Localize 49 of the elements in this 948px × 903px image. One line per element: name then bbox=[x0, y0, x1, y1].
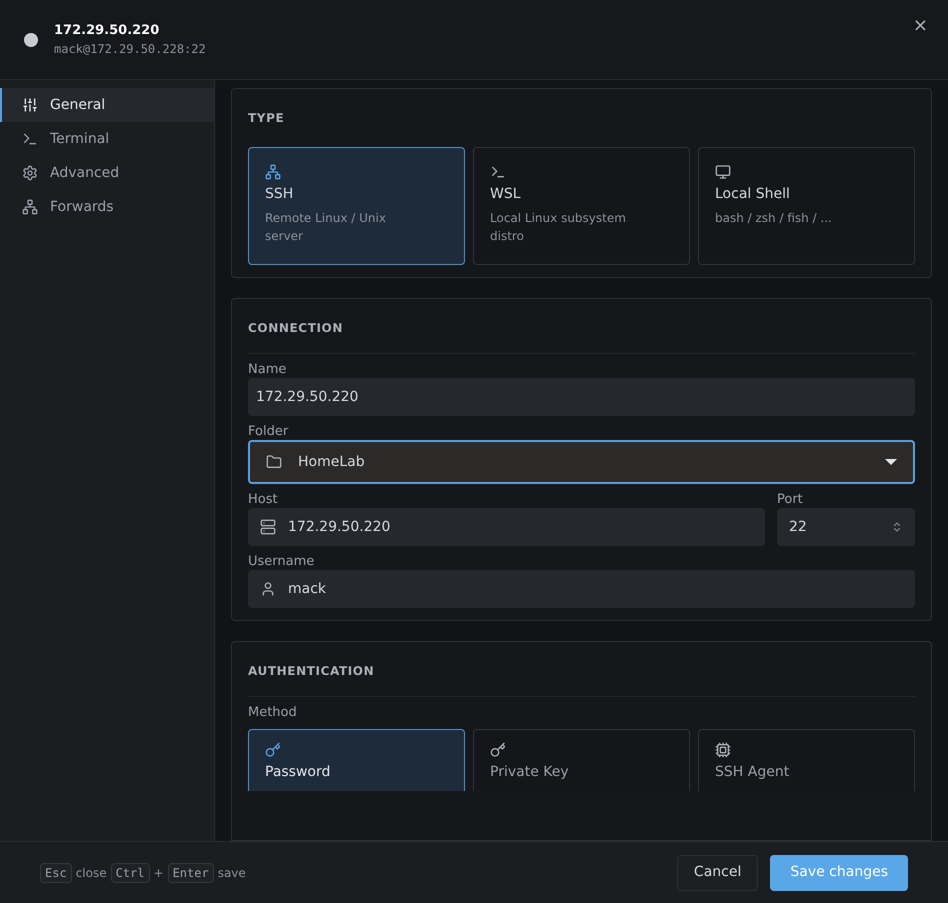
dropdown-caret-icon bbox=[885, 459, 897, 465]
chip-icon bbox=[715, 742, 731, 758]
host-field[interactable]: 172.29.50.220 bbox=[248, 508, 765, 546]
username-field[interactable]: mack bbox=[248, 570, 915, 608]
network-icon bbox=[265, 164, 281, 180]
field-label: Port bbox=[777, 492, 804, 508]
monitor-icon bbox=[715, 164, 731, 180]
auth-method-option[interactable]: Password bbox=[248, 729, 465, 791]
field-label: Username bbox=[248, 554, 316, 570]
type-option[interactable]: SSH Remote Linux / Unix server bbox=[248, 147, 465, 265]
folder-icon bbox=[266, 454, 282, 470]
field-label: Name bbox=[248, 362, 288, 378]
section-heading: TYPE bbox=[248, 110, 286, 127]
sidebar-item[interactable]: Terminal bbox=[0, 122, 214, 156]
hint-text: save bbox=[218, 864, 246, 882]
section-heading: AUTHENTICATION bbox=[248, 642, 915, 697]
close-button[interactable]: × bbox=[912, 12, 928, 39]
terminal-icon bbox=[490, 164, 506, 180]
port-field[interactable]: 22 bbox=[777, 508, 915, 546]
auth-method-option[interactable]: Private Key bbox=[473, 729, 690, 791]
key-icon bbox=[490, 742, 506, 758]
key-hint: Esc bbox=[40, 862, 72, 882]
sidebar-item[interactable]: Forwards bbox=[0, 190, 214, 224]
auth-method-option[interactable]: SSH Agent bbox=[698, 729, 915, 791]
sidebar-item[interactable]: Advanced bbox=[0, 156, 214, 190]
folder-select[interactable]: HomeLab bbox=[248, 440, 915, 484]
network-icon bbox=[22, 199, 38, 215]
user-icon bbox=[260, 581, 276, 597]
connection-address: mack@172.29.50.228:22 bbox=[54, 41, 206, 58]
terminal-icon bbox=[22, 131, 38, 147]
hint-text: close bbox=[76, 864, 107, 882]
type-option[interactable]: Local Shell bash / zsh / fish / ... bbox=[698, 147, 915, 265]
name-field[interactable]: 172.29.50.220 bbox=[248, 378, 915, 416]
field-label: Folder bbox=[248, 424, 290, 440]
key-hint: Ctrl bbox=[110, 862, 150, 882]
server-icon bbox=[260, 519, 276, 535]
sidebar-item[interactable]: General bbox=[0, 88, 214, 122]
field-label: Host bbox=[248, 492, 279, 508]
type-option[interactable]: WSL Local Linux subsystem distro bbox=[473, 147, 690, 265]
sliders-icon bbox=[22, 97, 38, 113]
hint-text: + bbox=[154, 864, 164, 882]
cancel-button[interactable]: Cancel bbox=[676, 854, 758, 890]
key-icon bbox=[265, 742, 281, 758]
section-heading: CONNECTION bbox=[248, 299, 915, 354]
gear-icon bbox=[22, 165, 38, 181]
stepper-icon bbox=[891, 521, 903, 533]
field-label: Method bbox=[248, 705, 298, 721]
window-title: 172.29.50.220 bbox=[54, 22, 160, 40]
key-hint: Enter bbox=[168, 862, 214, 882]
